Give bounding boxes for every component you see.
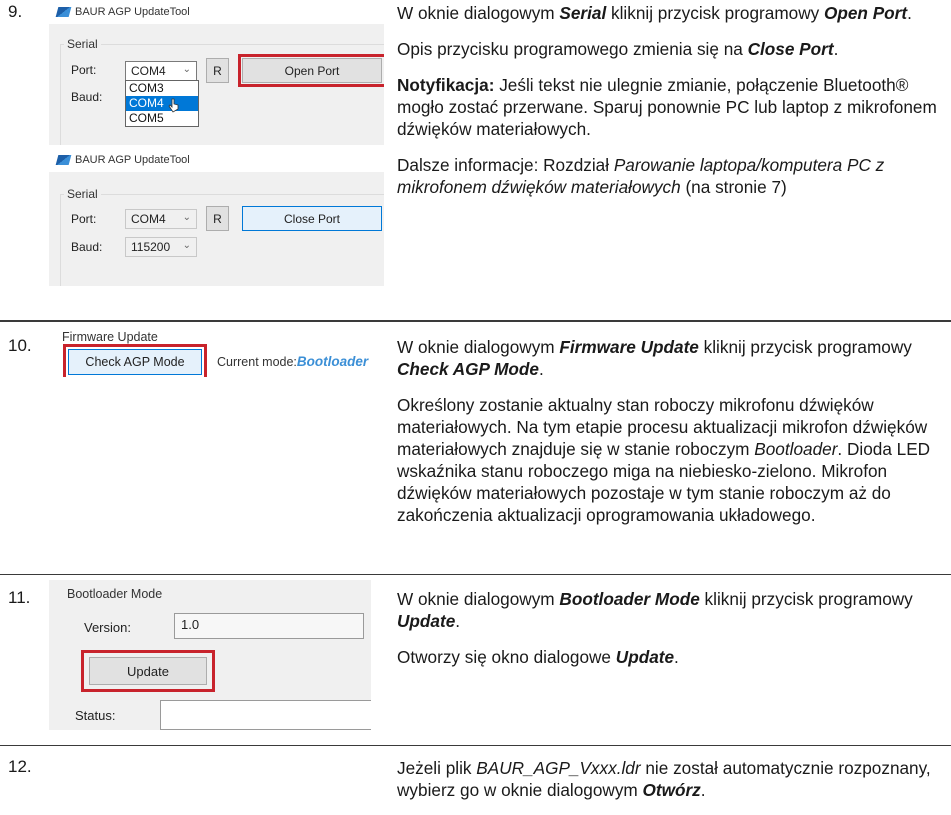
- app-logo-icon: [55, 7, 72, 17]
- serial-group-label: Serial: [64, 37, 101, 51]
- text-run: Jeżeli plik: [397, 758, 477, 778]
- step-10-text: W oknie dialogowym Firmware Update klikn…: [397, 336, 951, 540]
- step-number: 11.: [8, 588, 31, 607]
- port-select[interactable]: COM4 ⌄: [125, 61, 197, 81]
- file-name: BAUR_AGP_Vxxx.ldr: [476, 758, 641, 778]
- dialog-name: Serial: [559, 3, 607, 23]
- step-number: 9.: [8, 2, 23, 21]
- step-number: 12.: [8, 757, 32, 776]
- text-run: .: [700, 780, 706, 800]
- port-label: Port:: [71, 63, 97, 77]
- text-run: .: [538, 359, 544, 379]
- mode-name: Bootloader: [754, 439, 838, 459]
- current-mode-readout: Current mode:Bootloader: [217, 354, 368, 369]
- text-run: W oknie dialogowym: [397, 3, 560, 23]
- app-titlebar: BAUR AGP UpdateTool: [49, 148, 384, 172]
- paragraph: W oknie dialogowym Firmware Update klikn…: [397, 336, 951, 380]
- step-9-text: W oknie dialogowym Serial kliknij przyci…: [397, 2, 951, 212]
- text-run: kliknij przycisk programowy: [606, 3, 824, 23]
- dropdown-option[interactable]: COM5: [126, 111, 198, 126]
- text-run: Otworzy się okno dialogowe: [397, 647, 616, 667]
- firmware-update-screenshot: Firmware Update Check AGP Mode Current m…: [49, 327, 384, 377]
- highlight-frame: [81, 650, 215, 692]
- dropdown-option[interactable]: COM3: [126, 81, 198, 96]
- status-field: [160, 700, 371, 730]
- version-label: Version:: [84, 620, 131, 635]
- step-11-text: W oknie dialogowym Bootloader Mode klikn…: [397, 588, 951, 682]
- status-label: Status:: [75, 708, 116, 723]
- paragraph: Określony zostanie aktualny stan roboczy…: [397, 394, 951, 526]
- section-divider: [0, 745, 951, 746]
- port-select-value: COM4: [131, 212, 166, 226]
- paragraph: Jeżeli plik BAUR_AGP_Vxxx.ldr nie został…: [397, 757, 951, 801]
- chevron-down-icon: ⌄: [182, 212, 191, 223]
- app-logo-icon: [55, 155, 72, 165]
- bootloader-mode-group-label: Bootloader Mode: [67, 587, 163, 601]
- button-name: Close Port: [747, 39, 834, 59]
- button-name: Update: [397, 611, 456, 631]
- port-select-value: COM4: [131, 64, 166, 78]
- notification-label: Notyfikacja:: [397, 75, 495, 95]
- text-run: Dalsze informacje: Rozdział: [397, 155, 614, 175]
- current-mode-label: Current mode:: [217, 355, 297, 369]
- version-field: 1.0: [174, 613, 364, 639]
- text-run: kliknij przycisk programowy: [699, 589, 913, 609]
- dialog-name: Firmware Update: [559, 337, 699, 357]
- paragraph: Otworzy się okno dialogowe Update.: [397, 646, 951, 668]
- text-run: W oknie dialogowym: [397, 337, 560, 357]
- refresh-button[interactable]: R: [206, 58, 229, 83]
- highlight-frame: [63, 344, 207, 377]
- text-run: W oknie dialogowym: [397, 589, 560, 609]
- text-run: .: [907, 3, 912, 23]
- text-run: .: [455, 611, 461, 631]
- paragraph: W oknie dialogowym Serial kliknij przyci…: [397, 2, 951, 24]
- step-12-text: Jeżeli plik BAUR_AGP_Vxxx.ldr nie został…: [397, 757, 951, 815]
- text-run: .: [833, 39, 839, 59]
- chevron-down-icon: ⌄: [182, 240, 191, 251]
- baud-label: Baud:: [71, 90, 103, 104]
- dialog-name: Otwórz: [642, 780, 701, 800]
- current-mode-value: Bootloader: [296, 354, 369, 369]
- mouse-pointer-icon: [168, 98, 179, 113]
- text-run: kliknij przycisk programowy: [698, 337, 912, 357]
- firmware-update-group-label: Firmware Update: [62, 330, 158, 344]
- notification-paragraph: Notyfikacja: Jeśli tekst nie ulegnie zmi…: [397, 74, 951, 140]
- paragraph: W oknie dialogowym Bootloader Mode klikn…: [397, 588, 951, 632]
- step-number: 10.: [8, 336, 32, 355]
- section-divider: [0, 320, 951, 322]
- section-divider: [0, 574, 951, 575]
- serial-close-port-screenshot: BAUR AGP UpdateTool Serial Port: COM4 ⌄ …: [49, 148, 384, 286]
- dialog-name: Update: [615, 647, 675, 667]
- app-title: BAUR AGP UpdateTool: [75, 6, 190, 18]
- baud-label: Baud:: [71, 240, 103, 254]
- app-titlebar: BAUR AGP UpdateTool: [49, 0, 384, 24]
- paragraph: Dalsze informacje: Rozdział Parowanie la…: [397, 154, 951, 198]
- bootloader-mode-screenshot: Bootloader Mode Version: 1.0 Update Stat…: [49, 580, 371, 730]
- button-name: Check AGP Mode: [397, 359, 539, 379]
- baud-select-value: 115200: [131, 240, 171, 254]
- text-run: Opis przycisku programowego zmienia się …: [397, 39, 748, 59]
- close-port-button[interactable]: Close Port: [242, 206, 382, 231]
- port-dropdown-list: COM3 COM4 COM5: [125, 80, 199, 127]
- refresh-button[interactable]: R: [206, 206, 229, 231]
- chevron-down-icon: ⌄: [182, 64, 191, 75]
- text-run: .: [674, 647, 679, 667]
- port-select[interactable]: COM4 ⌄: [125, 209, 197, 229]
- button-name: Open Port: [824, 3, 908, 23]
- text-run: (na stronie 7): [680, 177, 787, 197]
- dialog-name: Bootloader Mode: [559, 589, 700, 609]
- paragraph: Opis przycisku programowego zmienia się …: [397, 38, 951, 60]
- port-label: Port:: [71, 212, 97, 226]
- baud-select[interactable]: 115200 ⌄: [125, 237, 197, 257]
- serial-group-label: Serial: [64, 187, 101, 201]
- serial-open-port-screenshot: BAUR AGP UpdateTool Serial Port: COM4 ⌄ …: [49, 0, 384, 145]
- app-title: BAUR AGP UpdateTool: [75, 154, 190, 166]
- highlight-frame: [238, 54, 384, 87]
- dropdown-option-selected[interactable]: COM4: [126, 96, 198, 111]
